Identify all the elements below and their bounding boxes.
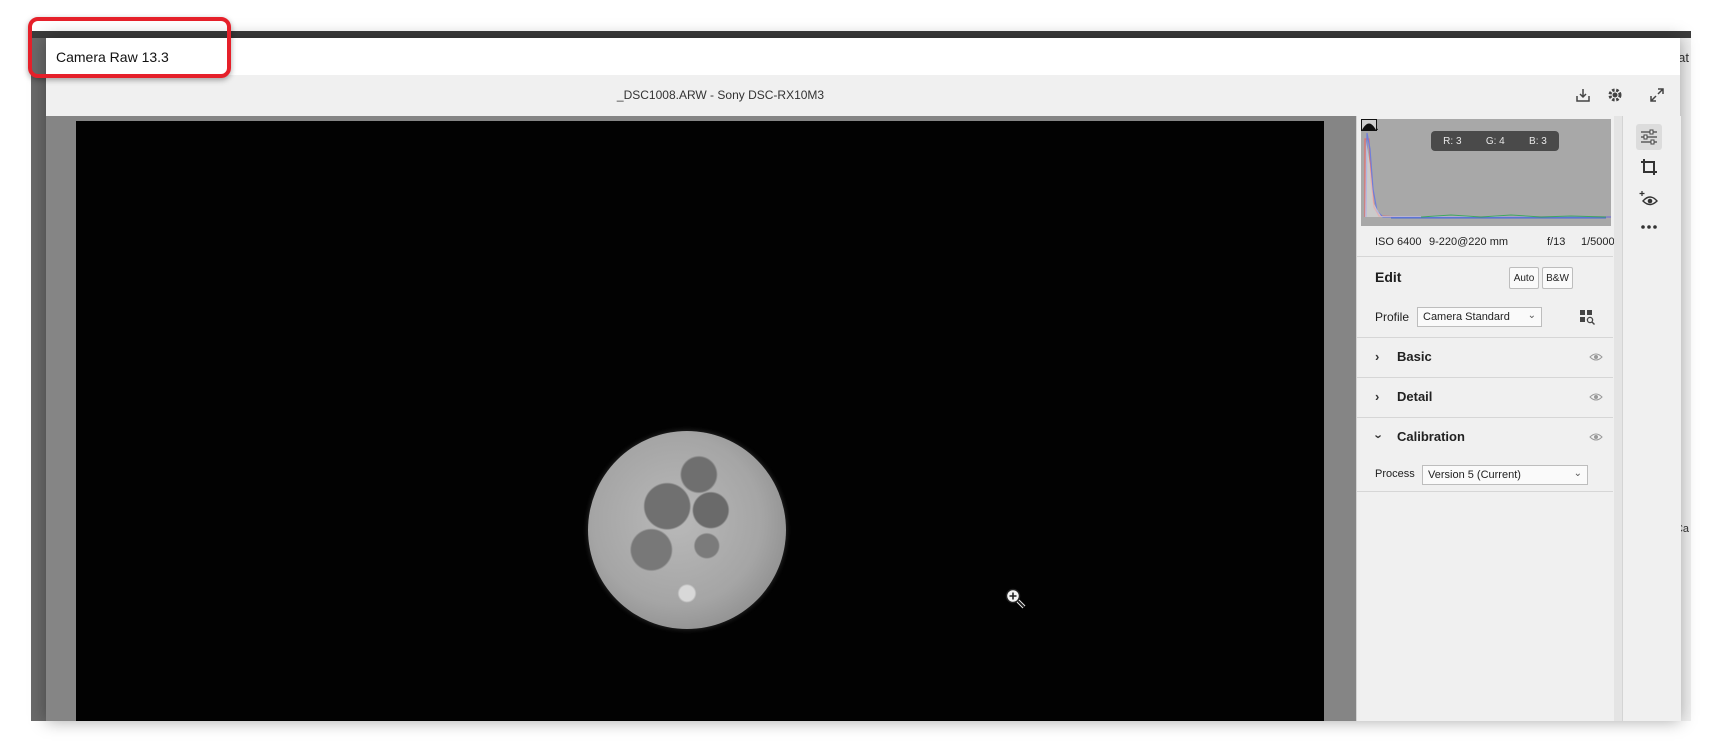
edit-header: Edit Auto B&W	[1357, 256, 1613, 298]
process-version-dropdown[interactable]: Version 5 (Current) ⌄	[1422, 465, 1588, 485]
exif-info: ISO 6400 9-220@220 mm f/13 1/5000s	[1357, 228, 1620, 256]
gear-icon[interactable]	[1605, 85, 1625, 105]
background-left-edge	[31, 38, 47, 721]
moon-image	[588, 431, 786, 629]
file-name-label: _DSC1008.ARW - Sony DSC-RX10M3	[616, 88, 825, 102]
highlight-annotation	[28, 17, 231, 78]
rgb-readout: R: 3 G: 4 B: 3	[1431, 131, 1559, 151]
basic-section-title: Basic	[1397, 349, 1432, 364]
chevron-right-icon: ›	[1375, 349, 1380, 364]
more-icon[interactable]	[1636, 214, 1662, 240]
calibration-section-title[interactable]: Calibration	[1397, 429, 1465, 444]
profile-dropdown-value: Camera Standard	[1423, 311, 1510, 323]
profile-browser-icon[interactable]	[1579, 309, 1595, 325]
highlight-clipping-icon[interactable]	[1361, 119, 1377, 131]
crop-icon[interactable]	[1636, 154, 1662, 180]
edit-label: Edit	[1375, 269, 1402, 285]
tool-strip	[1622, 116, 1681, 721]
visibility-eye-icon[interactable]	[1589, 432, 1603, 442]
basic-section-header[interactable]: › Basic	[1357, 338, 1613, 378]
title-bar: Camera Raw 13.3	[46, 38, 1680, 75]
edit-sliders-icon[interactable]	[1636, 124, 1662, 150]
process-label: Process	[1375, 468, 1415, 480]
profile-label: Profile	[1375, 310, 1410, 324]
red-eye-icon[interactable]	[1636, 186, 1662, 212]
calibration-section: › Calibration Process Version 5 (Current…	[1357, 418, 1613, 492]
detail-section-title: Detail	[1397, 389, 1433, 404]
camera-raw-window: Camera Raw 13.3 _DSC1008.ARW - Sony DSC-…	[46, 38, 1681, 721]
histogram: R: 3 G: 4 B: 3	[1361, 119, 1611, 226]
zoom-cursor-icon	[1005, 588, 1026, 609]
profile-row: Profile Camera Standard ⌄	[1357, 297, 1613, 338]
exif-aperture: f/13	[1547, 236, 1566, 248]
edit-panel: R: 3 G: 4 B: 3 ISO 6400 9-220@220 mm f/1…	[1356, 116, 1620, 721]
photo-preview[interactable]	[76, 121, 1324, 721]
background-strip	[31, 31, 1691, 38]
rgb-blue-readout: B: 3	[1529, 135, 1547, 147]
fullscreen-expand-icon[interactable]	[1647, 85, 1667, 105]
rgb-green-readout: G: 4	[1485, 135, 1505, 147]
chevron-right-icon: ›	[1375, 389, 1380, 404]
exif-iso: ISO 6400	[1375, 236, 1422, 248]
profile-dropdown[interactable]: Camera Standard ⌄	[1417, 307, 1542, 327]
auto-button[interactable]: Auto	[1509, 267, 1539, 289]
visibility-eye-icon[interactable]	[1589, 392, 1603, 402]
chevron-down-icon: ⌄	[1527, 310, 1536, 321]
header-bar: _DSC1008.ARW - Sony DSC-RX10M3	[46, 75, 1680, 117]
process-dropdown-value: Version 5 (Current)	[1428, 469, 1521, 481]
panel-scrollbar[interactable]	[1614, 116, 1622, 721]
image-preview-area	[46, 116, 1356, 721]
chevron-down-icon: ⌄	[1573, 468, 1582, 479]
detail-section-header[interactable]: › Detail	[1357, 378, 1613, 418]
chevron-down-icon[interactable]: ›	[1372, 434, 1387, 438]
bw-button[interactable]: B&W	[1542, 267, 1573, 289]
exif-lens: 9-220@220 mm	[1429, 236, 1509, 248]
rgb-red-readout: R: 3	[1443, 135, 1462, 147]
save-download-icon[interactable]	[1573, 85, 1593, 105]
visibility-eye-icon[interactable]	[1589, 352, 1603, 362]
